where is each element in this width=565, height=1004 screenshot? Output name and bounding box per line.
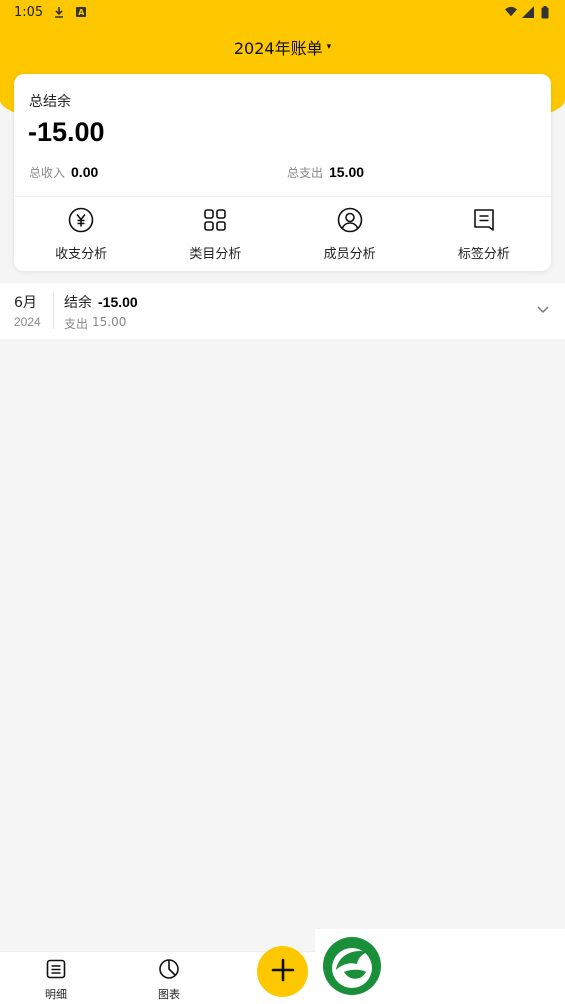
month-balance: 结余 -15.00	[64, 292, 138, 312]
wifi-icon	[505, 6, 517, 18]
tag-icon	[471, 207, 497, 237]
plus-icon	[270, 957, 296, 987]
list-icon	[45, 958, 67, 984]
total-expense: 总支出 15.00	[287, 164, 364, 181]
action-label: 收支分析	[55, 247, 108, 262]
nav-label: 图表	[158, 988, 180, 1001]
total-expense-label: 总支出	[287, 166, 324, 180]
status-bar: 1:05 A	[0, 0, 565, 24]
nav-label: 明细	[45, 988, 67, 1001]
nav-charts[interactable]: 图表	[139, 958, 199, 1002]
total-income-label: 总收入	[29, 166, 66, 180]
month-name: 6月	[14, 295, 37, 311]
year-selector[interactable]: 2024年账单 ▾	[0, 34, 565, 60]
app-notification-icon: A	[76, 7, 87, 17]
month-balance-value: -15.00	[98, 294, 138, 310]
yen-circle-icon	[68, 207, 94, 237]
summary-card: 总结余 -15.00 总收入 0.00 总支出 15.00 收支分析 类目分析	[14, 74, 551, 271]
user-circle-icon	[337, 207, 363, 237]
action-label: 标签分析	[457, 247, 510, 262]
income-expense-analysis-button[interactable]: 收支分析	[14, 197, 148, 271]
add-record-button[interactable]	[257, 946, 308, 997]
total-income-value: 0.00	[71, 164, 99, 180]
analysis-actions: 收支分析 类目分析 成员分析 标签分析	[14, 197, 551, 271]
tag-analysis-button[interactable]: 标签分析	[417, 197, 551, 271]
pie-chart-icon	[158, 958, 180, 984]
month-summary-row[interactable]: 6月 2024 结余 -15.00 支出 15.00	[0, 283, 565, 339]
leaf-logo-icon	[322, 936, 382, 996]
action-label: 成员分析	[323, 247, 376, 262]
download-icon	[53, 6, 65, 18]
battery-icon	[539, 5, 551, 18]
status-time: 1:05	[14, 4, 44, 20]
total-expense-value: 15.00	[329, 164, 365, 180]
month-expense: 支出 15.00	[64, 315, 126, 332]
nav-details[interactable]: 明细	[26, 958, 86, 1002]
total-income: 总收入 0.00	[29, 164, 98, 181]
action-label: 类目分析	[189, 247, 242, 262]
page-title: 2024年账单	[233, 39, 323, 58]
grid-icon	[202, 207, 228, 237]
month-divider	[53, 293, 54, 329]
total-balance-value: -15.00	[28, 117, 105, 147]
month-expense-label: 支出	[64, 317, 89, 331]
signal-icon	[522, 6, 534, 18]
category-analysis-button[interactable]: 类目分析	[148, 197, 282, 271]
caret-down-icon: ▾	[326, 42, 332, 52]
month-balance-label: 结余	[64, 295, 92, 311]
chevron-down-icon[interactable]	[535, 301, 551, 317]
month-expense-value: 15.00	[92, 315, 127, 329]
total-balance-label: 总结余	[29, 94, 71, 110]
month-year: 2024	[14, 315, 41, 329]
member-analysis-button[interactable]: 成员分析	[283, 197, 417, 271]
